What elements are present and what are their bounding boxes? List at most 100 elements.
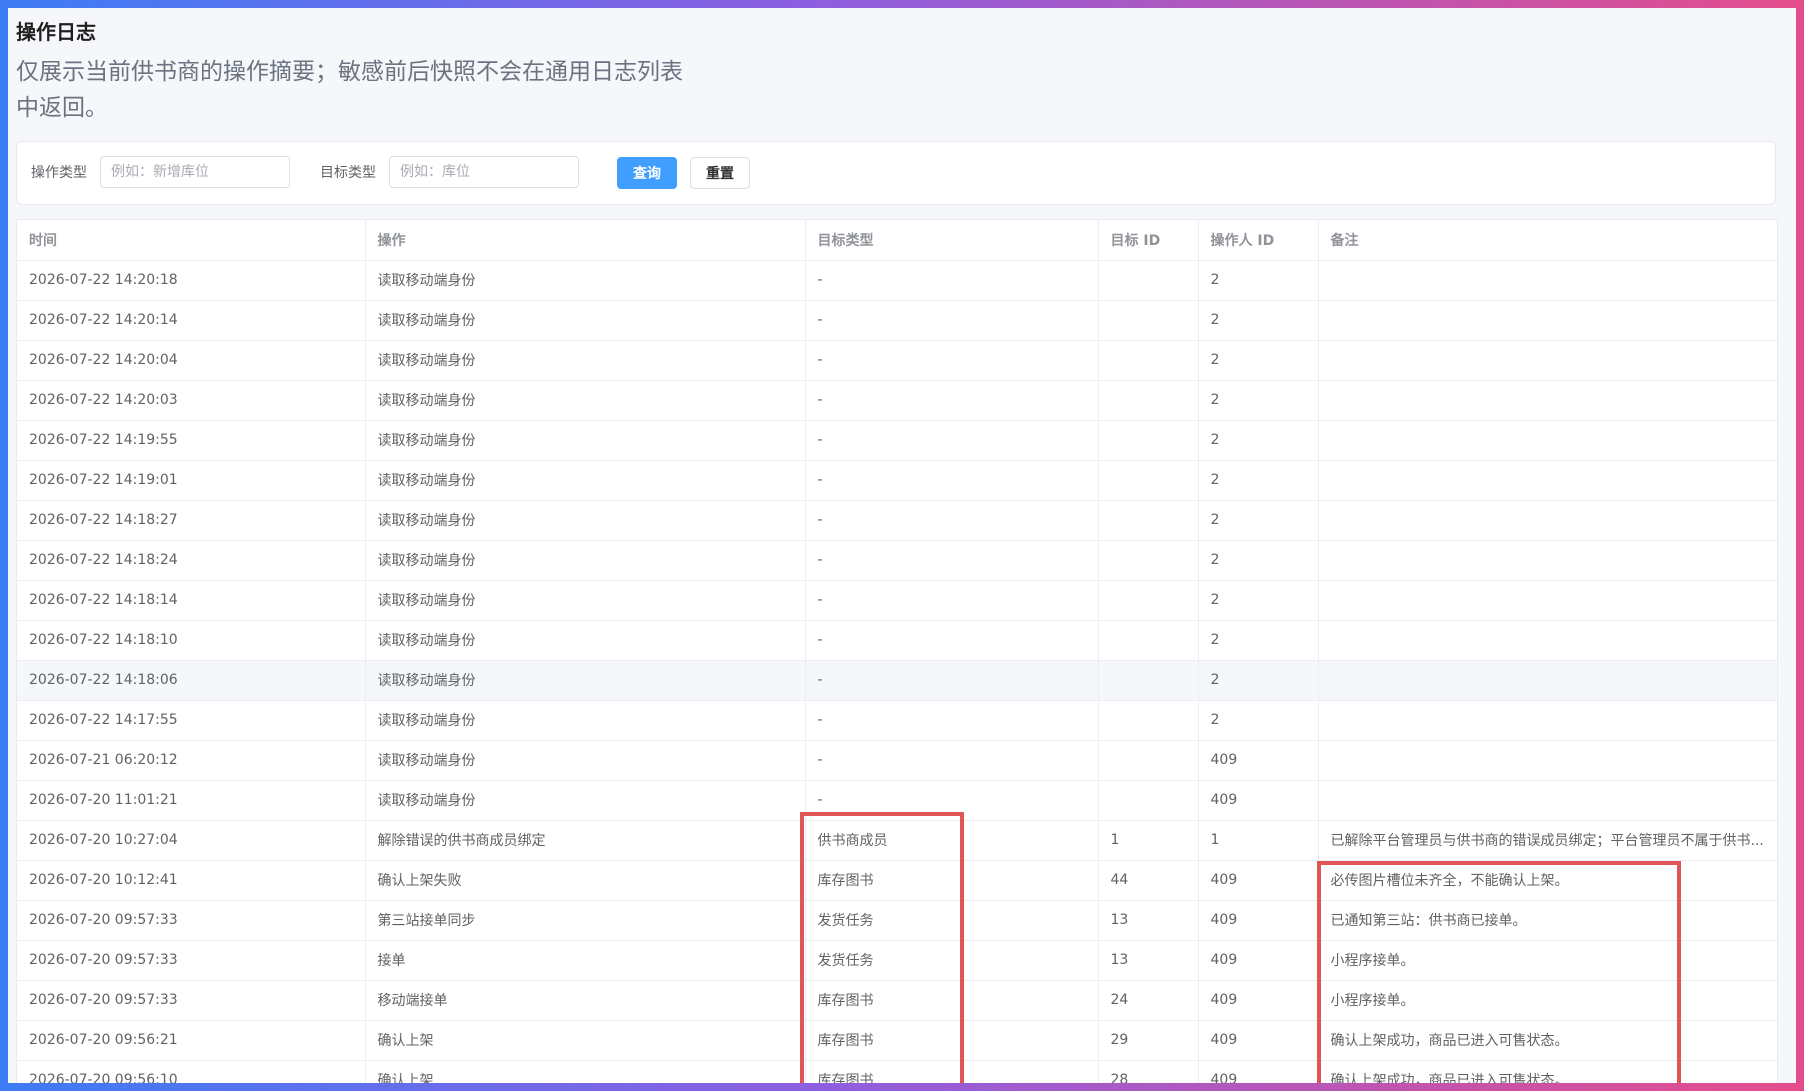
page-description: 仅展示当前供书商的操作摘要；敏感前后快照不会在通用日志列表中返回。 <box>16 59 683 121</box>
cell-time: 2026-07-22 14:18:27 <box>17 500 366 541</box>
cell-target-type: - <box>805 540 1099 581</box>
cell-target-type: - <box>805 380 1099 421</box>
cell-operator-id: 2 <box>1198 460 1319 501</box>
operation-log-table: 时间 操作 目标类型 目标 ID 操作人 ID 备注 2026-07-22 14:20:1… <box>17 220 1777 1083</box>
table-row[interactable]: 2026-07-20 09:56:10 确认上架 库存图书 28 409 确认上架成功，商… <box>17 1060 1777 1083</box>
cell-time: 2026-07-20 09:57:33 <box>17 980 366 1021</box>
cell-target-id <box>1098 460 1199 501</box>
cell-target-id <box>1098 700 1199 741</box>
cell-action: 接单 <box>365 940 806 981</box>
table-row[interactable]: 2026-07-20 09:57:33 移动端接单 库存图书 24 409 小程序接单。 <box>17 980 1777 1021</box>
filter-bar: 操作类型 目标类型 查询 重置 <box>16 141 1776 205</box>
target-type-label: 目标类型 <box>320 165 376 181</box>
cell-operator-id: 409 <box>1198 780 1319 821</box>
table-row[interactable]: 2026-07-22 14:18:10 读取移动端身份 - 2 <box>17 620 1777 661</box>
reset-button[interactable]: 重置 <box>690 157 750 189</box>
table-row[interactable]: 2026-07-22 14:19:01 读取移动端身份 - 2 <box>17 460 1777 501</box>
table-row[interactable]: 2026-07-20 10:27:04 解除错误的供书商成员绑定 供书商成员 1 1 已解… <box>17 820 1777 861</box>
table-row[interactable]: 2026-07-22 14:20:18 读取移动端身份 - 2 <box>17 260 1777 301</box>
cell-time: 2026-07-22 14:18:10 <box>17 620 366 661</box>
cell-note: 确认上架成功，商品已进入可售状态。 <box>1318 1020 1777 1061</box>
cell-action: 读取移动端身份 <box>365 340 806 381</box>
cell-target-id: 13 <box>1098 940 1199 981</box>
cell-operator-id: 2 <box>1198 260 1319 301</box>
table-row[interactable]: 2026-07-22 14:20:04 读取移动端身份 - 2 <box>17 340 1777 381</box>
query-button[interactable]: 查询 <box>617 157 677 189</box>
column-header-action: 操作 <box>365 220 806 261</box>
cell-target-id <box>1098 580 1199 621</box>
cell-operator-id: 409 <box>1198 900 1319 941</box>
cell-operator-id: 409 <box>1198 980 1319 1021</box>
cell-target-id: 29 <box>1098 1020 1199 1061</box>
cell-target-id: 1 <box>1098 820 1199 861</box>
cell-target-type: - <box>805 260 1099 301</box>
column-header-time: 时间 <box>17 220 366 261</box>
cell-time: 2026-07-21 06:20:12 <box>17 740 366 781</box>
cell-action: 确认上架失败 <box>365 860 806 901</box>
cell-note <box>1318 500 1777 541</box>
table-header-row: 时间 操作 目标类型 目标 ID 操作人 ID 备注 <box>17 220 1777 261</box>
cell-target-type: 发货任务 <box>805 940 1099 981</box>
cell-time: 2026-07-22 14:17:55 <box>17 700 366 741</box>
table-row[interactable]: 2026-07-20 10:12:41 确认上架失败 库存图书 44 409 必传图片槽位… <box>17 860 1777 901</box>
cell-target-id <box>1098 660 1199 701</box>
operation-type-input[interactable] <box>100 156 290 188</box>
cell-operator-id: 409 <box>1198 860 1319 901</box>
cell-time: 2026-07-22 14:18:24 <box>17 540 366 581</box>
cell-note <box>1318 740 1777 781</box>
cell-note <box>1318 380 1777 421</box>
cell-target-id <box>1098 380 1199 421</box>
cell-note: 小程序接单。 <box>1318 980 1777 1021</box>
cell-time: 2026-07-22 14:18:06 <box>17 660 366 701</box>
cell-target-id <box>1098 340 1199 381</box>
table-row[interactable]: 2026-07-22 14:17:55 读取移动端身份 - 2 <box>17 700 1777 741</box>
cell-target-type: - <box>805 300 1099 341</box>
column-header-note: 备注 <box>1318 220 1777 261</box>
cell-target-id <box>1098 740 1199 781</box>
cell-target-type: - <box>805 420 1099 461</box>
cell-target-id: 28 <box>1098 1060 1199 1083</box>
operation-type-label: 操作类型 <box>31 165 87 181</box>
cell-target-id <box>1098 540 1199 581</box>
cell-time: 2026-07-20 09:57:33 <box>17 940 366 981</box>
cell-operator-id: 2 <box>1198 700 1319 741</box>
table-row[interactable]: 2026-07-22 14:18:27 读取移动端身份 - 2 <box>17 500 1777 541</box>
table-row[interactable]: 2026-07-20 09:57:33 接单 发货任务 13 409 小程序接单。 <box>17 940 1777 981</box>
cell-note: 确认上架成功，商品已进入可售状态。 <box>1318 1060 1777 1083</box>
table-row[interactable]: 2026-07-21 06:20:12 读取移动端身份 - 409 <box>17 740 1777 781</box>
cell-target-type: - <box>805 700 1099 741</box>
cell-action: 读取移动端身份 <box>365 260 806 301</box>
table-row[interactable]: 2026-07-22 14:20:14 读取移动端身份 - 2 <box>17 300 1777 341</box>
cell-target-type: 库存图书 <box>805 980 1099 1021</box>
cell-target-id <box>1098 420 1199 461</box>
cell-time: 2026-07-22 14:18:14 <box>17 580 366 621</box>
cell-operator-id: 2 <box>1198 500 1319 541</box>
column-header-target-id: 目标 ID <box>1098 220 1199 261</box>
cell-action: 确认上架 <box>365 1060 806 1083</box>
log-table-card: 时间 操作 目标类型 目标 ID 操作人 ID 备注 2026-07-22 14:20:1… <box>16 219 1778 1083</box>
cell-action: 读取移动端身份 <box>365 500 806 541</box>
table-row[interactable]: 2026-07-20 09:57:33 第三站接单同步 发货任务 13 409 已通知第三… <box>17 900 1777 941</box>
table-row[interactable]: 2026-07-22 14:19:55 读取移动端身份 - 2 <box>17 420 1777 461</box>
cell-note <box>1318 580 1777 621</box>
cell-target-type: 发货任务 <box>805 900 1099 941</box>
cell-action: 读取移动端身份 <box>365 540 806 581</box>
cell-operator-id: 2 <box>1198 420 1319 461</box>
table-row[interactable]: 2026-07-20 09:56:21 确认上架 库存图书 29 409 确认上架成功，商… <box>17 1020 1777 1061</box>
page-title: 操作日志 <box>16 20 96 44</box>
table-row[interactable]: 2026-07-20 11:01:21 读取移动端身份 - 409 <box>17 780 1777 821</box>
table-row[interactable]: 2026-07-22 14:18:06 读取移动端身份 - 2 <box>17 660 1777 701</box>
table-row[interactable]: 2026-07-22 14:20:03 读取移动端身份 - 2 <box>17 380 1777 421</box>
cell-time: 2026-07-22 14:20:14 <box>17 300 366 341</box>
cell-time: 2026-07-22 14:20:04 <box>17 340 366 381</box>
target-type-input[interactable] <box>389 156 579 188</box>
cell-note <box>1318 660 1777 701</box>
cell-action: 读取移动端身份 <box>365 580 806 621</box>
cell-target-type: - <box>805 340 1099 381</box>
cell-target-id <box>1098 780 1199 821</box>
cell-note <box>1318 620 1777 661</box>
cell-target-type: - <box>805 460 1099 501</box>
table-row[interactable]: 2026-07-22 14:18:14 读取移动端身份 - 2 <box>17 580 1777 621</box>
table-row[interactable]: 2026-07-22 14:18:24 读取移动端身份 - 2 <box>17 540 1777 581</box>
cell-operator-id: 2 <box>1198 340 1319 381</box>
